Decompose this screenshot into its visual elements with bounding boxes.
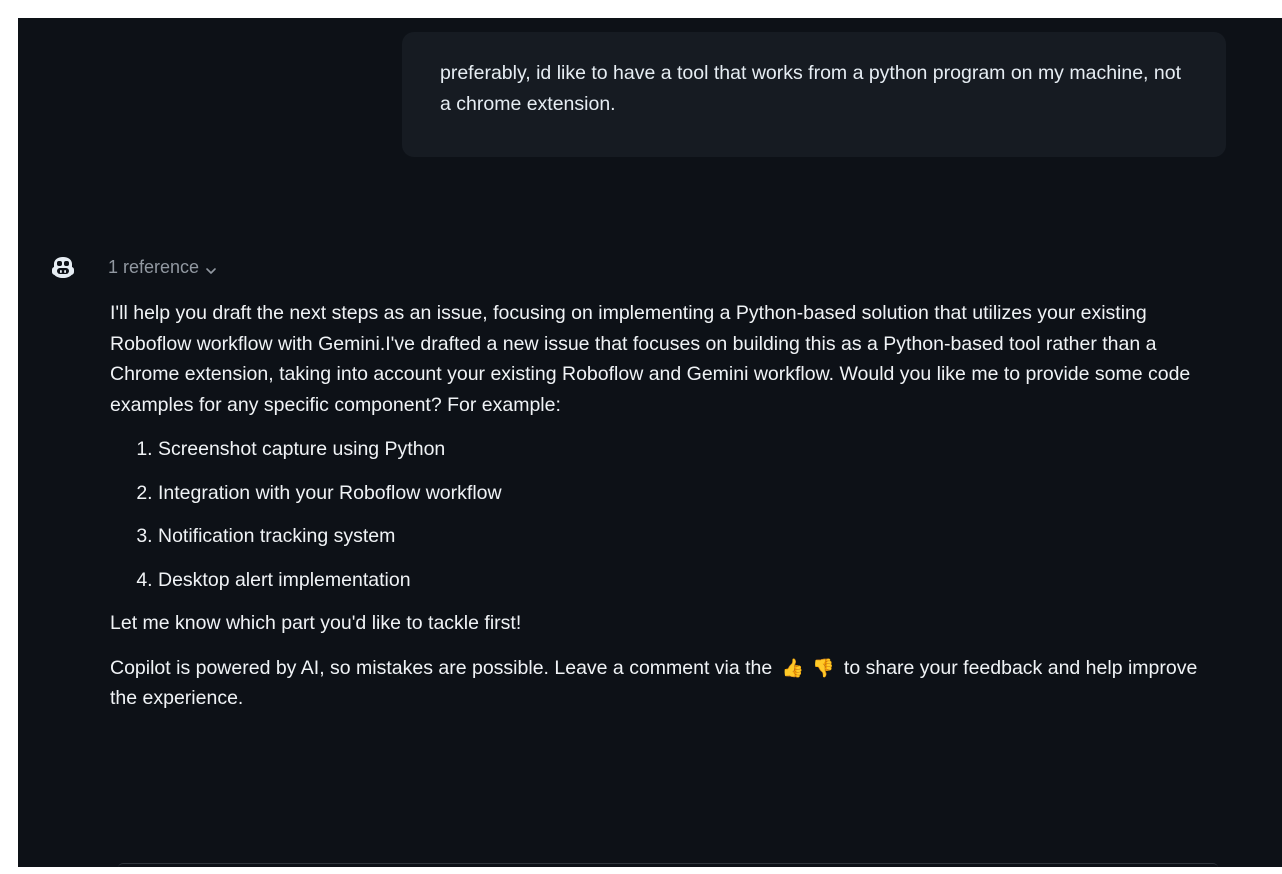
- list-item: Integration with your Roboflow workflow: [158, 478, 1225, 509]
- reference-toggle[interactable]: 1 reference: [108, 257, 217, 278]
- list-item: Desktop alert implementation: [158, 565, 1225, 596]
- list-item: Screenshot capture using Python: [158, 434, 1225, 465]
- chevron-down-icon: [205, 261, 217, 274]
- thumbs-up-icon: 👍: [781, 657, 805, 678]
- assistant-intro-paragraph: I'll help you draft the next steps as an…: [110, 302, 1191, 416]
- list-item: Notification tracking system: [158, 521, 1225, 552]
- reference-label: 1 reference: [108, 256, 200, 277]
- user-message-text: preferably, id like to have a tool that …: [440, 62, 1181, 115]
- assistant-message: I'll help you draft the next steps as an…: [110, 298, 1225, 728]
- disclaimer-text-start: Copilot is powered by AI, so mistakes ar…: [110, 656, 778, 679]
- chat-panel: preferably, id like to have a tool that …: [18, 18, 1282, 867]
- user-message-bubble: preferably, id like to have a tool that …: [402, 32, 1226, 157]
- assistant-closing-paragraph: Let me know which part you'd like to tac…: [110, 612, 522, 634]
- ai-disclaimer: Copilot is powered by AI, so mistakes ar…: [110, 653, 1225, 714]
- thumbs-down-icon: 👎: [812, 657, 835, 678]
- assistant-header: 1 reference: [50, 250, 217, 284]
- suggestion-list: Screenshot capture using Python Integrat…: [110, 434, 1225, 595]
- chat-input-edge: [118, 863, 1218, 867]
- copilot-icon: [50, 254, 76, 280]
